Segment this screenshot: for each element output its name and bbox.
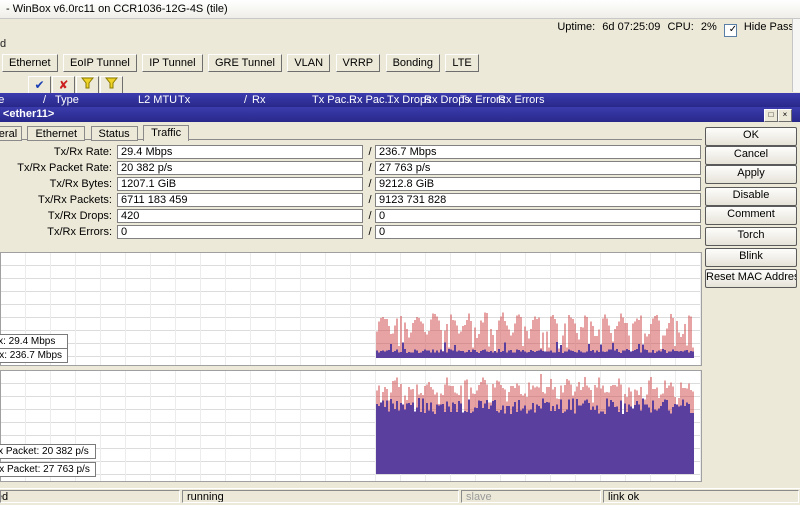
rate-slash: / bbox=[367, 145, 373, 159]
ok-button[interactable]: OK bbox=[705, 127, 797, 146]
tx-bytes-input[interactable]: 1207.1 GiB bbox=[117, 177, 363, 191]
tab-ip-tunnel[interactable]: IP Tunnel bbox=[142, 54, 202, 72]
blink-button[interactable]: Blink bbox=[705, 248, 797, 267]
cancel-button[interactable]: Cancel bbox=[705, 146, 797, 165]
statusbar: enabled running slave link ok bbox=[0, 488, 800, 505]
dialog-title: Interface <ether11> bbox=[0, 107, 54, 122]
status-enabled: enabled bbox=[0, 490, 180, 503]
tab-ethernet[interactable]: Ethernet bbox=[2, 54, 58, 72]
column-type[interactable]: Type bbox=[55, 93, 79, 107]
tx-errors-input[interactable]: 0 bbox=[117, 225, 363, 239]
legend-tx-rate: Tx: 29.4 Mbps bbox=[0, 334, 68, 349]
tx-rx-bytes-label: Tx/Rx Bytes: bbox=[0, 177, 112, 191]
tab-eoip-tunnel[interactable]: EoIP Tunnel bbox=[63, 54, 137, 72]
uptime-label: Uptime: bbox=[557, 21, 595, 33]
cross-icon: ✘ bbox=[58, 78, 68, 92]
packets-slash: / bbox=[367, 193, 373, 207]
tx-packets-input[interactable]: 6711 183 459 bbox=[117, 193, 363, 207]
status-slave: slave bbox=[461, 490, 601, 503]
tab-general[interactable]: General bbox=[0, 126, 22, 141]
interface-table-header: Name / Type L2 MTU Tx / Rx Tx Pac... Rx … bbox=[0, 93, 800, 107]
rx-bytes-input[interactable]: 9212.8 GiB bbox=[375, 177, 701, 191]
bytes-slash: / bbox=[367, 177, 373, 191]
legend-rx-packet: Rx Packet: 27 763 p/s bbox=[0, 462, 96, 477]
tx-rate-input[interactable]: 29.4 Mbps bbox=[117, 145, 363, 159]
column-tx[interactable]: Tx bbox=[178, 93, 190, 107]
interface-dialog: Interface <ether11> □ × General Ethernet… bbox=[0, 107, 800, 487]
rx-drops-input[interactable]: 0 bbox=[375, 209, 701, 223]
rate-chart-legend: Tx: 29.4 Mbps Rx: 236.7 Mbps bbox=[0, 334, 68, 363]
column-name-fragment[interactable]: Name bbox=[0, 93, 4, 107]
tab-lte[interactable]: LTE bbox=[445, 54, 478, 72]
infobar: Uptime: 6d 07:25:09 CPU: 2% ✓ Hide Pass bbox=[0, 20, 794, 35]
status-running: running bbox=[182, 490, 459, 503]
packet-rate-chart bbox=[0, 370, 702, 482]
check-icon: ✔ bbox=[34, 78, 44, 92]
tx-rx-errors-label: Tx/Rx Errors: bbox=[0, 225, 112, 239]
tx-rx-packets-label: Tx/Rx Packets: bbox=[0, 193, 112, 207]
funnel-icon bbox=[105, 77, 118, 89]
tab-status[interactable]: Status bbox=[91, 126, 138, 141]
traffic-rate-chart bbox=[0, 252, 702, 366]
errors-slash: / bbox=[367, 225, 373, 239]
restore-button[interactable]: □ bbox=[764, 109, 778, 122]
rx-errors-input[interactable]: 0 bbox=[375, 225, 701, 239]
comment-button[interactable]: Comment bbox=[705, 206, 797, 225]
cpu-label: CPU: bbox=[667, 21, 693, 33]
rx-rate-input[interactable]: 236.7 Mbps bbox=[375, 145, 701, 159]
rx-packet-rate-input[interactable]: 27 763 p/s bbox=[375, 161, 701, 175]
scrollbar-strip bbox=[792, 19, 800, 92]
legend-tx-packet: Tx Packet: 20 382 p/s bbox=[0, 444, 96, 459]
dialog-titlebar[interactable]: Interface <ether11> □ × bbox=[0, 107, 800, 122]
column-l2mtu[interactable]: L2 MTU bbox=[138, 93, 177, 107]
torch-button[interactable]: Torch bbox=[705, 227, 797, 246]
column-rx[interactable]: Rx bbox=[252, 93, 265, 107]
close-button[interactable]: × bbox=[778, 109, 792, 122]
tx-rx-rate-label: Tx/Rx Rate: bbox=[0, 145, 112, 159]
legend-rx-rate: Rx: 236.7 Mbps bbox=[0, 349, 68, 363]
restore-icon: □ bbox=[769, 110, 774, 119]
rx-packets-input[interactable]: 9123 731 828 bbox=[375, 193, 701, 207]
packet-rate-slash: / bbox=[367, 161, 373, 175]
window-title: - WinBox v6.0rc11 on CCR1036-12G-4S (til… bbox=[6, 3, 228, 15]
uptime-value: 6d 07:25:09 bbox=[602, 21, 660, 33]
hide-passwords-label: Hide Pass bbox=[744, 21, 794, 33]
hide-passwords-checkbox[interactable]: ✓ bbox=[724, 24, 737, 37]
apply-button[interactable]: Apply bbox=[705, 165, 797, 184]
checkbox-check-icon: ✓ bbox=[729, 24, 737, 35]
dialog-tabs: General Ethernet Status Traffic bbox=[0, 123, 190, 141]
tx-rx-drops-label: Tx/Rx Drops: bbox=[0, 209, 112, 223]
drops-slash: / bbox=[367, 209, 373, 223]
sort-mark-2: / bbox=[244, 93, 247, 107]
tab-vrrp[interactable]: VRRP bbox=[336, 54, 381, 72]
traffic-rate-bars bbox=[1, 253, 701, 365]
tab-bonding[interactable]: Bonding bbox=[386, 54, 440, 72]
funnel-icon bbox=[81, 77, 94, 89]
tx-drops-input[interactable]: 420 bbox=[117, 209, 363, 223]
cpu-value: 2% bbox=[701, 21, 717, 33]
sort-mark: / bbox=[43, 93, 46, 107]
packet-rate-bars bbox=[1, 371, 701, 481]
close-icon: × bbox=[783, 110, 788, 119]
interface-type-tabs: Ethernet EoIP Tunnel IP Tunnel GRE Tunne… bbox=[2, 53, 480, 72]
tab-ethernet-dialog[interactable]: Ethernet bbox=[27, 126, 85, 141]
reset-mac-address-button[interactable]: Reset MAC Address bbox=[705, 269, 797, 288]
tab-traffic[interactable]: Traffic bbox=[143, 125, 189, 141]
window-titlebar[interactable]: - WinBox v6.0rc11 on CCR1036-12G-4S (til… bbox=[0, 0, 800, 19]
disable-button[interactable]: Disable bbox=[705, 187, 797, 206]
tab-gre-tunnel[interactable]: GRE Tunnel bbox=[208, 54, 282, 72]
tx-packet-rate-input[interactable]: 20 382 p/s bbox=[117, 161, 363, 175]
packet-chart-legend: Tx Packet: 20 382 p/s Rx Packet: 27 763 … bbox=[0, 444, 96, 480]
left-edge-fragment: d bbox=[0, 38, 6, 50]
status-enabled-text: enabled bbox=[0, 491, 8, 503]
column-rx-errors[interactable]: Rx Errors bbox=[498, 93, 544, 107]
status-link: link ok bbox=[603, 490, 799, 503]
tx-rx-packet-rate-label: Tx/Rx Packet Rate: bbox=[0, 161, 112, 175]
tab-vlan[interactable]: VLAN bbox=[287, 54, 330, 72]
